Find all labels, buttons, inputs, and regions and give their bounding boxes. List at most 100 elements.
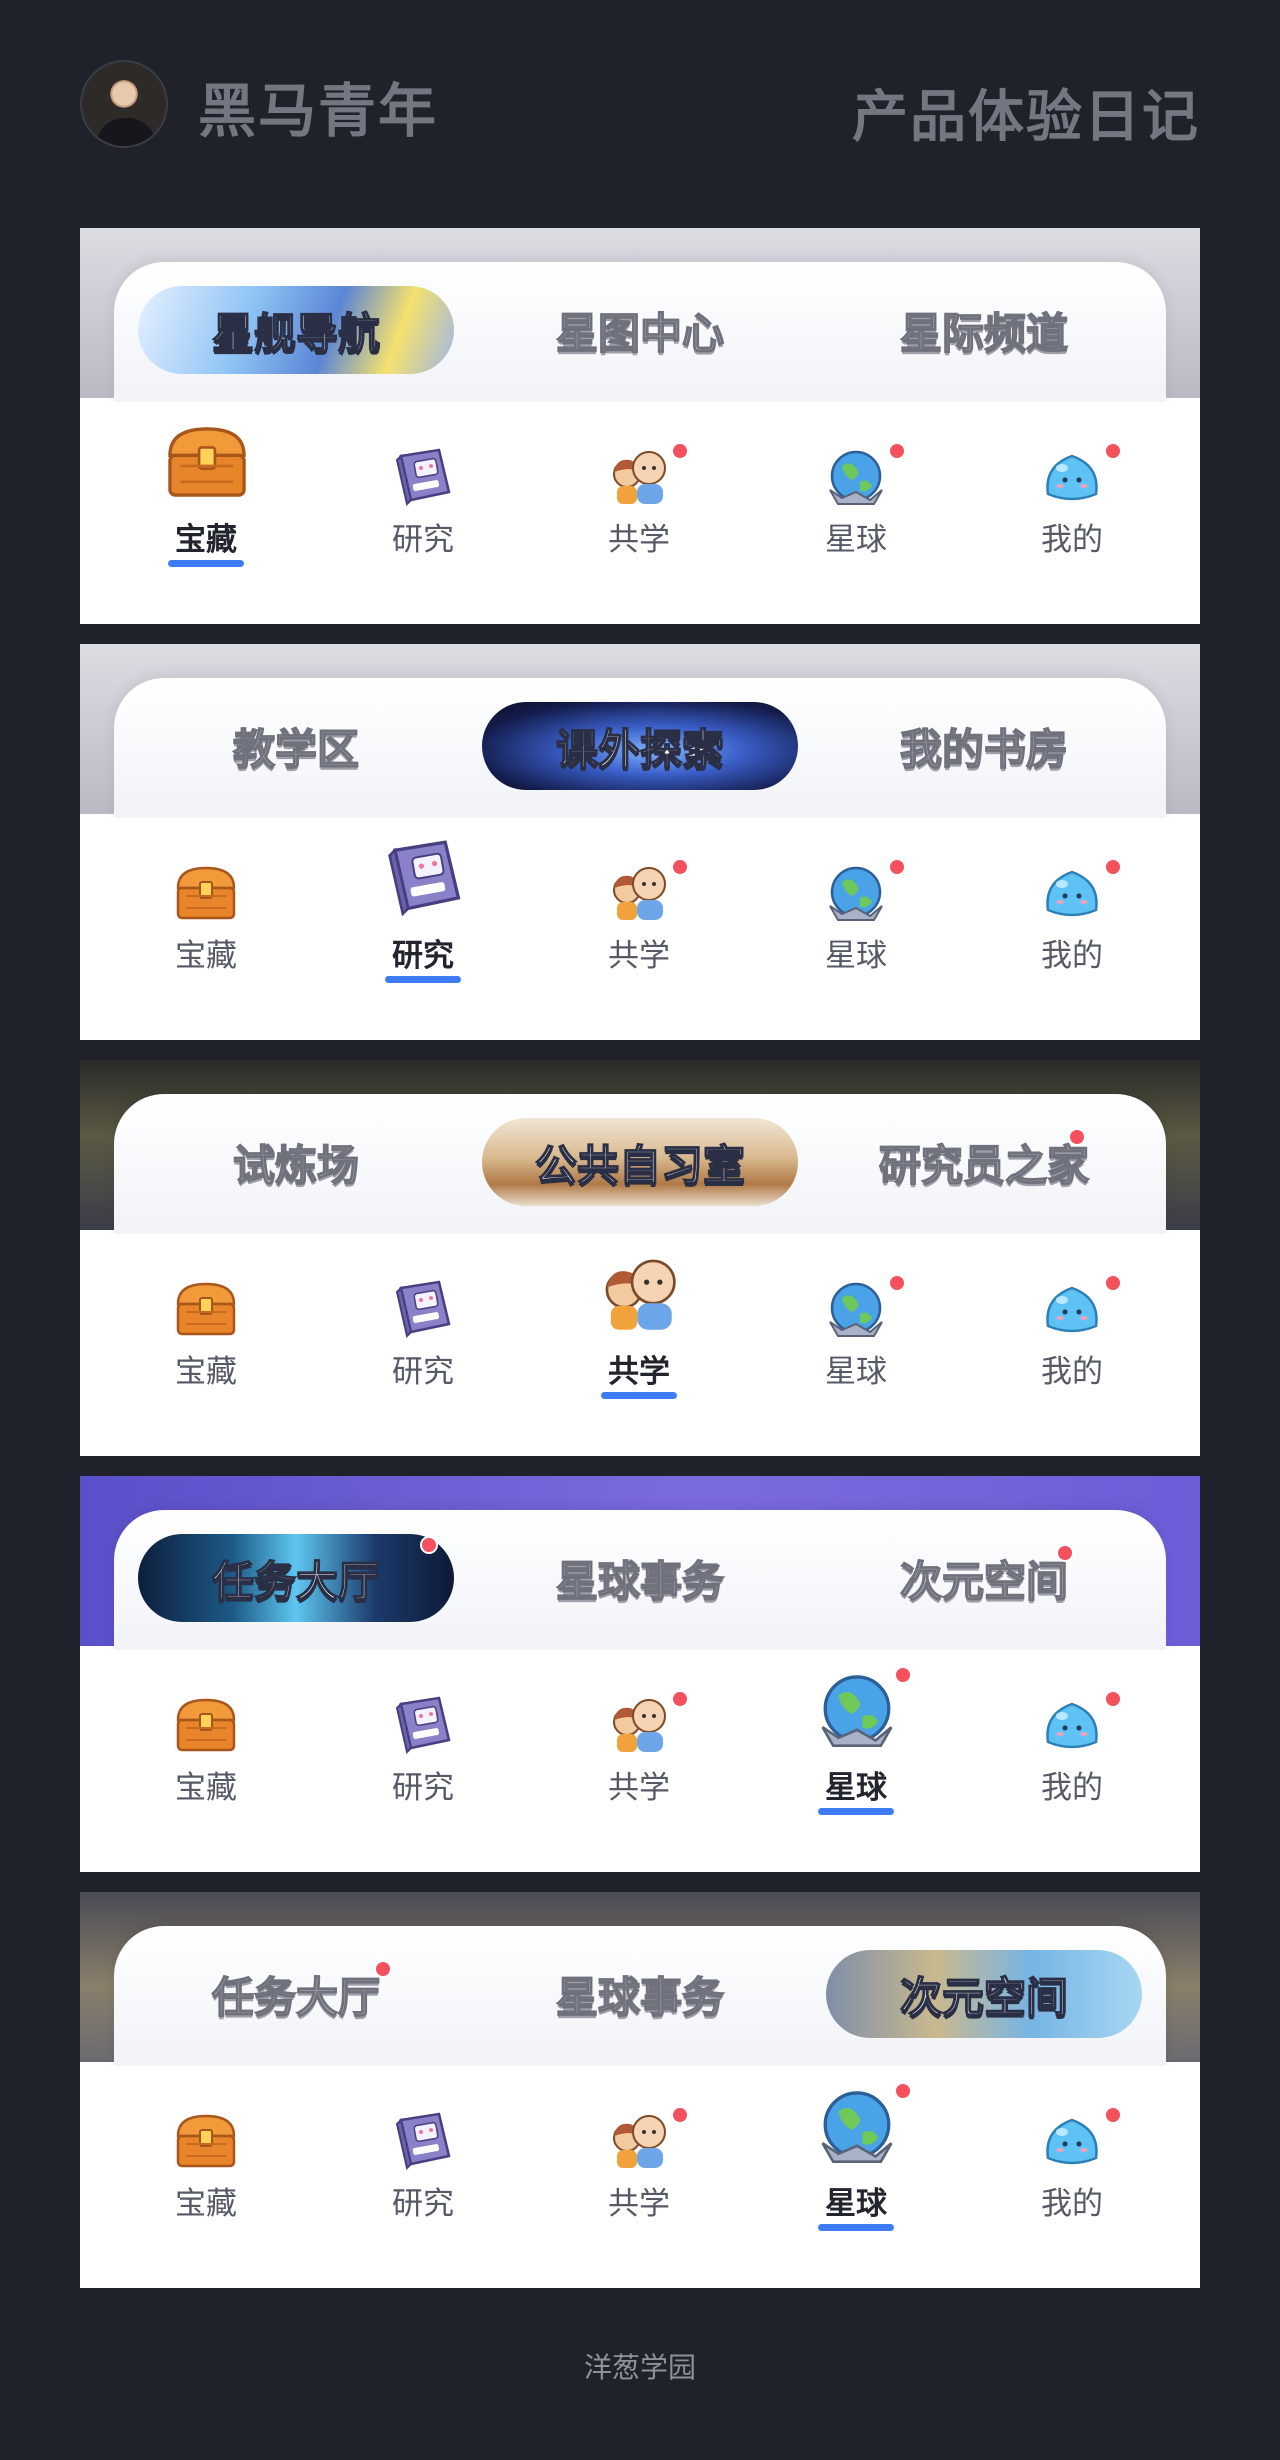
nav-item-colearn[interactable]: 共学 (559, 1650, 719, 1872)
two-kids-icon (605, 862, 673, 924)
nav-item-planet[interactable]: 星球 (776, 818, 936, 1040)
bottom-nav: 宝藏 研究 共学 星球 我的 (80, 402, 1200, 624)
nav-item-planet[interactable]: 星球 (776, 402, 936, 624)
nav-label: 我的 (1041, 522, 1103, 558)
nav-label: 共学 (608, 522, 670, 558)
top-tab-3[interactable]: 我的书房 (826, 702, 1142, 790)
top-tab-2[interactable]: 星球事务 (482, 1950, 798, 2038)
treasure-chest-icon (172, 862, 240, 924)
nav-item-research[interactable]: 研究 (343, 1234, 503, 1456)
top-tab-bar: 星舰导航 星图中心 星际频道 (114, 262, 1166, 402)
nav-item-mine[interactable]: 我的 (992, 1650, 1152, 1872)
bottom-nav: 宝藏 研究 共学 星球 我的 (80, 1234, 1200, 1456)
top-tab-1[interactable]: 任务大厅 (138, 1534, 454, 1622)
nav-item-planet[interactable]: 星球 (776, 2066, 936, 2288)
nav-item-mine[interactable]: 我的 (992, 818, 1152, 1040)
notification-dot (894, 1666, 912, 1684)
bottom-nav: 宝藏 研究 共学 星球 我的 (80, 1650, 1200, 1872)
planet-globe-icon (822, 446, 890, 508)
nav-card-2: 教学区 课外探索 我的书房 宝藏 研究 共学 星球 我的 (80, 644, 1200, 1040)
active-indicator (168, 560, 244, 567)
top-tab-3[interactable]: 星际频道 (826, 286, 1142, 374)
nav-label: 宝藏 (175, 522, 237, 558)
top-tab-bar: 任务大厅 星球事务 次元空间 (114, 1510, 1166, 1650)
two-kids-icon (595, 1250, 685, 1338)
brand-name: 黑马青年 (198, 77, 439, 145)
blue-blob-icon (1038, 2110, 1106, 2172)
nav-item-treasure[interactable]: 宝藏 (126, 402, 286, 624)
nav-item-research[interactable]: 研究 (343, 1650, 503, 1872)
notification-dot (671, 858, 689, 876)
notification-dot (888, 1274, 906, 1292)
nav-item-colearn[interactable]: 共学 (559, 2066, 719, 2288)
nav-item-treasure[interactable]: 宝藏 (126, 818, 286, 1040)
nav-label: 我的 (1041, 938, 1103, 974)
top-tab-bar: 试炼场 公共自习室 研究员之家 (114, 1094, 1166, 1234)
two-kids-icon (605, 2110, 673, 2172)
blue-blob-icon (1038, 1278, 1106, 1340)
nav-label: 研究 (392, 938, 454, 974)
blue-blob-icon (1038, 1694, 1106, 1756)
nav-card-1: 星舰导航 星图中心 星际频道 宝藏 研究 共学 星球 我的 (80, 228, 1200, 624)
bottom-nav: 宝藏 研究 共学 星球 我的 (80, 2066, 1200, 2288)
top-tab-2[interactable]: 公共自习室 (482, 1118, 798, 1206)
nav-item-mine[interactable]: 我的 (992, 402, 1152, 624)
bottom-nav: 宝藏 研究 共学 星球 我的 (80, 818, 1200, 1040)
notification-dot (1104, 442, 1122, 460)
notification-dot (1104, 2106, 1122, 2124)
notification-dot (374, 1960, 392, 1978)
top-tab-2[interactable]: 星图中心 (482, 286, 798, 374)
top-tab-1[interactable]: 星舰导航 (138, 286, 454, 374)
top-tab-3[interactable]: 研究员之家 (826, 1118, 1142, 1206)
nav-card-3: 试炼场 公共自习室 研究员之家 宝藏 研究 共学 星球 我的 (80, 1060, 1200, 1456)
top-tab-3[interactable]: 次元空间 (826, 1534, 1142, 1622)
nav-item-planet[interactable]: 星球 (776, 1234, 936, 1456)
study-book-icon (389, 2110, 457, 2172)
notification-dot (420, 1536, 438, 1554)
notification-dot (671, 1690, 689, 1708)
treasure-chest-icon (172, 2110, 240, 2172)
nav-item-colearn[interactable]: 共学 (559, 1234, 719, 1456)
nav-item-colearn[interactable]: 共学 (559, 402, 719, 624)
author-avatar (80, 60, 168, 148)
nav-item-research[interactable]: 研究 (343, 818, 503, 1040)
nav-label: 我的 (1041, 1770, 1103, 1806)
nav-item-research[interactable]: 研究 (343, 2066, 503, 2288)
planet-globe-icon (822, 1278, 890, 1340)
active-indicator (818, 1808, 894, 1815)
active-indicator (818, 2224, 894, 2231)
nav-item-treasure[interactable]: 宝藏 (126, 2066, 286, 2288)
active-indicator (385, 976, 461, 983)
treasure-chest-icon (172, 1694, 240, 1756)
nav-item-planet[interactable]: 星球 (776, 1650, 936, 1872)
nav-item-colearn[interactable]: 共学 (559, 818, 719, 1040)
top-tab-bar: 教学区 课外探索 我的书房 (114, 678, 1166, 818)
top-tab-1[interactable]: 任务大厅 (138, 1950, 454, 2038)
notification-dot (1068, 1128, 1086, 1146)
nav-item-research[interactable]: 研究 (343, 402, 503, 624)
nav-item-mine[interactable]: 我的 (992, 1234, 1152, 1456)
top-tab-1[interactable]: 教学区 (138, 702, 454, 790)
top-tab-2[interactable]: 星球事务 (482, 1534, 798, 1622)
nav-item-treasure[interactable]: 宝藏 (126, 1650, 286, 1872)
notification-dot (1104, 1690, 1122, 1708)
nav-label: 宝藏 (175, 1354, 237, 1390)
top-tab-2[interactable]: 课外探索 (482, 702, 798, 790)
nav-item-treasure[interactable]: 宝藏 (126, 1234, 286, 1456)
nav-label: 研究 (392, 2186, 454, 2222)
nav-card-5: 任务大厅 星球事务 次元空间 宝藏 研究 共学 星球 我的 (80, 1892, 1200, 2288)
treasure-chest-icon (172, 1278, 240, 1340)
notification-dot (1056, 1544, 1074, 1562)
planet-globe-icon (812, 1666, 902, 1754)
top-tab-1[interactable]: 试炼场 (138, 1118, 454, 1206)
notification-dot (888, 442, 906, 460)
notification-dot (888, 858, 906, 876)
blue-blob-icon (1038, 862, 1106, 924)
nav-label: 我的 (1041, 1354, 1103, 1390)
nav-card-4: 任务大厅 星球事务 次元空间 宝藏 研究 共学 星球 我的 (80, 1476, 1200, 1872)
top-tab-bar: 任务大厅 星球事务 次元空间 (114, 1926, 1166, 2066)
diary-title: 产品体验日记 (852, 85, 1200, 150)
planet-globe-icon (822, 862, 890, 924)
top-tab-3[interactable]: 次元空间 (826, 1950, 1142, 2038)
nav-item-mine[interactable]: 我的 (992, 2066, 1152, 2288)
